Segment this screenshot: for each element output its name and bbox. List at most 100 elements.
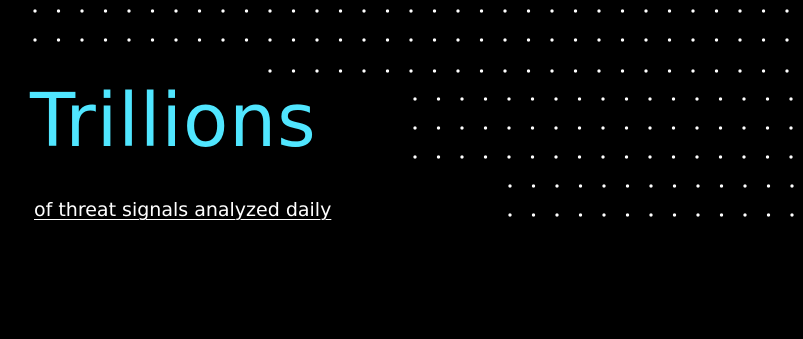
pattern-dot bbox=[268, 69, 272, 73]
pattern-dot bbox=[719, 213, 724, 217]
pattern-dot bbox=[413, 97, 417, 101]
pattern-dot bbox=[436, 155, 441, 159]
pattern-dot bbox=[338, 38, 343, 42]
pattern-dot bbox=[526, 9, 531, 13]
pattern-dot bbox=[714, 38, 719, 42]
pattern-dot bbox=[413, 155, 417, 159]
pattern-dot bbox=[695, 155, 699, 159]
pattern-dot bbox=[761, 9, 766, 13]
pattern-dot bbox=[174, 9, 178, 13]
pattern-dot bbox=[507, 126, 511, 130]
pattern-dot bbox=[460, 97, 464, 101]
pattern-dot bbox=[602, 213, 606, 217]
pattern-dot bbox=[761, 38, 766, 42]
pattern-dot bbox=[56, 9, 61, 13]
pattern-dot bbox=[573, 9, 578, 13]
pattern-dot bbox=[648, 126, 652, 130]
pattern-dot bbox=[625, 184, 630, 188]
pattern-dot bbox=[578, 184, 583, 188]
pattern-dot bbox=[789, 97, 793, 101]
pattern-dot bbox=[150, 38, 155, 42]
pattern-dot bbox=[483, 126, 488, 130]
pattern-dot bbox=[597, 69, 601, 73]
pattern-dot bbox=[33, 9, 37, 13]
pattern-dot bbox=[80, 38, 84, 42]
pattern-dot bbox=[644, 38, 648, 42]
pattern-dot bbox=[554, 155, 558, 159]
stat-number: Trillions bbox=[30, 78, 317, 164]
pattern-dot bbox=[531, 213, 536, 217]
pattern-dot bbox=[432, 9, 437, 13]
pattern-dot bbox=[691, 38, 695, 42]
pattern-dot bbox=[672, 213, 677, 217]
pattern-dot bbox=[601, 126, 605, 130]
pattern-dot bbox=[790, 184, 794, 188]
pattern-dot bbox=[738, 38, 742, 42]
pattern-dot bbox=[696, 184, 700, 188]
pattern-dot bbox=[531, 184, 536, 188]
pattern-dot bbox=[409, 69, 413, 73]
pattern-dot bbox=[413, 126, 417, 130]
pattern-dot bbox=[479, 38, 484, 42]
stat-caption-link[interactable]: of threat signals analyzed daily bbox=[34, 199, 331, 222]
pattern-dot bbox=[174, 38, 178, 42]
pattern-dot bbox=[789, 155, 793, 159]
pattern-dot bbox=[555, 184, 559, 188]
pattern-dot bbox=[554, 97, 558, 101]
pattern-dot bbox=[221, 9, 225, 13]
pattern-dot bbox=[577, 126, 582, 130]
pattern-dot bbox=[667, 9, 672, 13]
pattern-dot bbox=[743, 184, 747, 188]
pattern-dot bbox=[785, 69, 789, 73]
pattern-dot bbox=[714, 69, 719, 73]
pattern-dot bbox=[667, 69, 672, 73]
pattern-dot bbox=[291, 38, 296, 42]
pattern-dot bbox=[738, 9, 742, 13]
pattern-dot bbox=[503, 38, 507, 42]
pattern-dot bbox=[197, 38, 202, 42]
pattern-dot bbox=[526, 69, 531, 73]
pattern-dot bbox=[197, 9, 202, 13]
pattern-dot bbox=[456, 38, 460, 42]
pattern-dot bbox=[743, 213, 747, 217]
pattern-dot bbox=[244, 38, 249, 42]
pattern-dot bbox=[761, 69, 766, 73]
pattern-dot bbox=[550, 38, 554, 42]
pattern-dot bbox=[719, 184, 724, 188]
pattern-dot bbox=[409, 38, 413, 42]
pattern-dot bbox=[620, 38, 625, 42]
pattern-dot bbox=[291, 69, 296, 73]
pattern-dot bbox=[460, 155, 464, 159]
pattern-dot bbox=[620, 9, 625, 13]
pattern-dot bbox=[127, 9, 131, 13]
stat-panel: Trillions of threat signals analyzed dai… bbox=[0, 0, 803, 339]
pattern-dot bbox=[338, 9, 343, 13]
pattern-dot bbox=[507, 97, 511, 101]
pattern-dot bbox=[362, 38, 366, 42]
pattern-dot bbox=[56, 38, 61, 42]
pattern-dot bbox=[785, 38, 789, 42]
pattern-dot bbox=[479, 9, 484, 13]
pattern-dot bbox=[291, 9, 296, 13]
pattern-dot bbox=[648, 155, 652, 159]
pattern-dot bbox=[671, 97, 676, 101]
pattern-dot bbox=[460, 126, 464, 130]
pattern-dot bbox=[790, 213, 794, 217]
pattern-dot bbox=[503, 9, 507, 13]
dot-grid-pattern bbox=[33, 9, 794, 217]
pattern-dot bbox=[432, 38, 437, 42]
pattern-dot bbox=[221, 38, 225, 42]
pattern-dot bbox=[150, 9, 155, 13]
pattern-dot bbox=[554, 126, 558, 130]
pattern-dot bbox=[785, 9, 789, 13]
pattern-dot bbox=[644, 9, 648, 13]
pattern-dot bbox=[597, 38, 601, 42]
pattern-dot bbox=[578, 213, 583, 217]
pattern-dot bbox=[573, 69, 578, 73]
pattern-dot bbox=[436, 126, 441, 130]
pattern-dot bbox=[456, 9, 460, 13]
pattern-dot bbox=[738, 69, 742, 73]
pattern-dot bbox=[436, 97, 441, 101]
pattern-dot bbox=[691, 69, 695, 73]
pattern-dot bbox=[601, 155, 605, 159]
